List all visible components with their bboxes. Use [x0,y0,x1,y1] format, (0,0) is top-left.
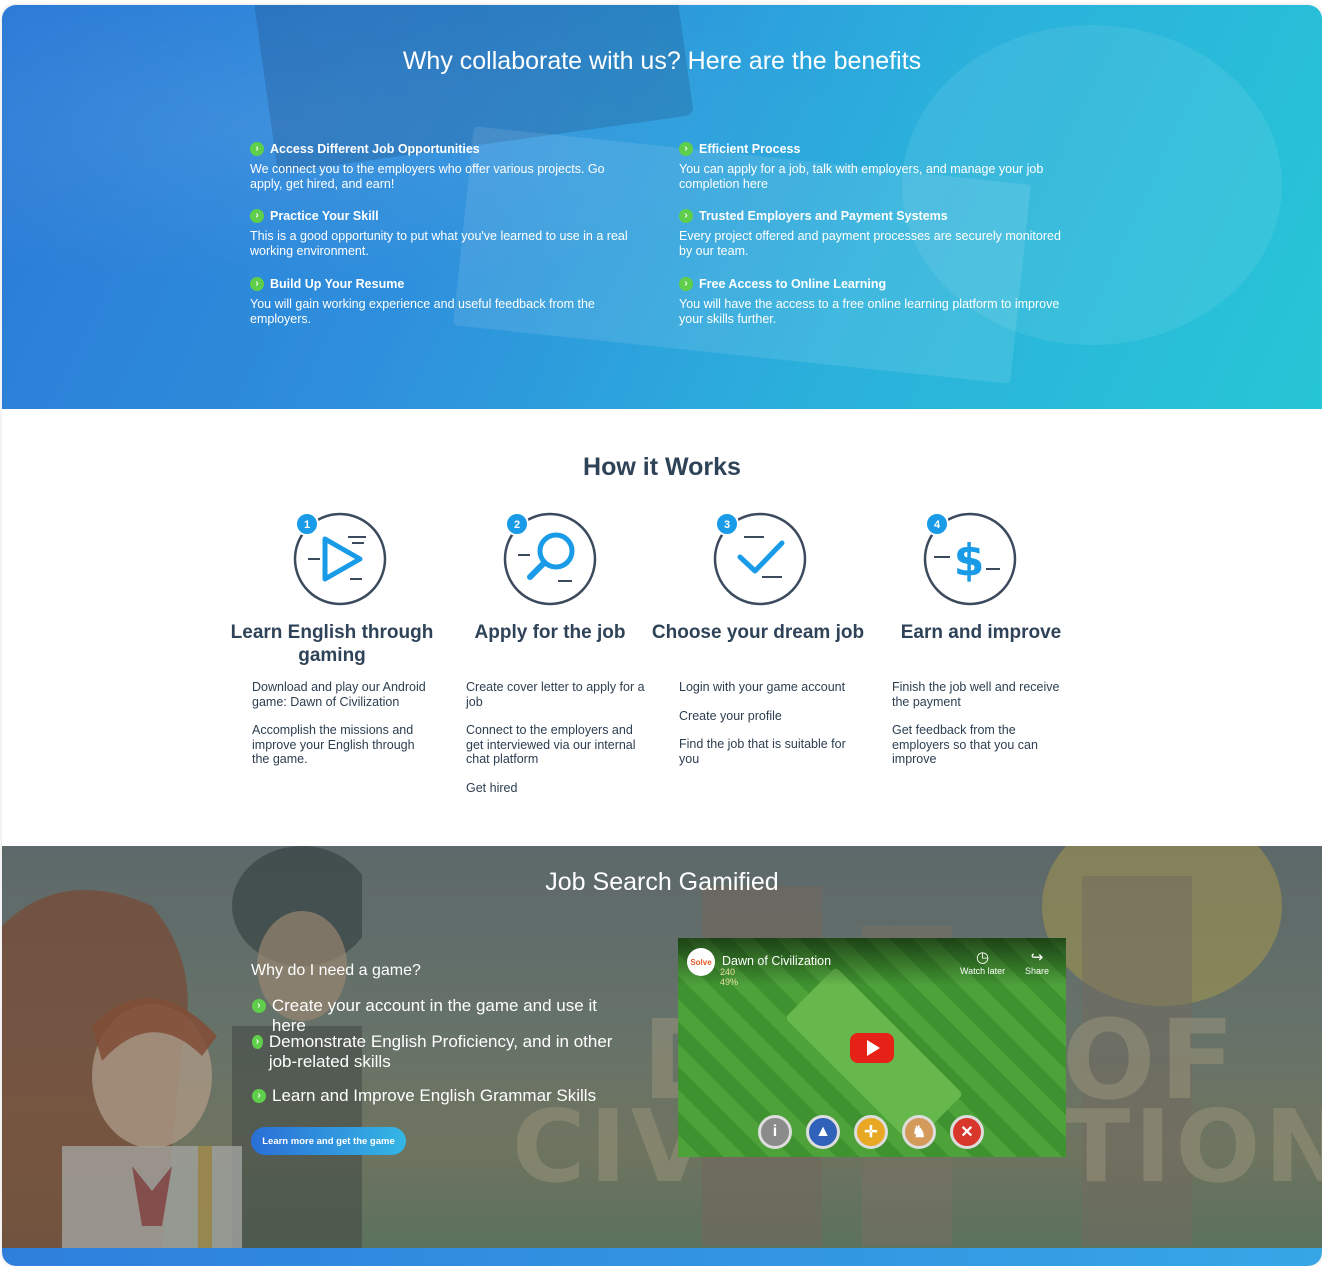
game-benefit-item: › Demonstrate English Proficiency, and i… [252,1032,632,1072]
play-button[interactable] [850,1033,894,1063]
step-card: 1 Learn English through gaming Download … [231,507,450,766]
video-player[interactable]: Solve Dawn of Civilization 240 49% ◷ Wat… [678,938,1066,1157]
benefit-title: Practice Your Skill [270,209,379,223]
benefits-title: Why collaborate with us? Here are the be… [402,47,922,75]
benefit-item: › Build Up Your Resume You will gain work… [250,277,640,327]
benefit-description: You will gain working experience and use… [250,297,595,326]
step-card: $ 4 Earn and improve Finish the job well… [880,507,1080,766]
how-it-works-section: How it Works 1 Learn English through gam… [2,409,1322,846]
info-icon: i [758,1115,792,1149]
job-search-gamified-section: D OF CIV TION Job Search Gamified Why do… [2,846,1322,1248]
step-paragraph: Find the job that is suitable for you [679,737,846,766]
step-paragraph: Download and play our Android game: Dawn… [252,680,426,709]
step-title: Choose your dream job [651,622,865,643]
share-label: Share [1025,966,1050,976]
step-description: Create cover letter to apply for a job C… [466,680,646,809]
close-icon: ✕ [950,1115,984,1149]
step-title: Earn and improve [900,622,1062,643]
how-it-works-title: How it Works [583,453,741,481]
game-benefit-text: Demonstrate English Proficiency, and in … [268,1032,613,1071]
video-title[interactable]: Dawn of Civilization [722,954,831,968]
benefits-section: Why collaborate with us? Here are the be… [2,5,1322,409]
svg-text:$: $ [954,535,985,586]
step-number: 3 [724,519,730,531]
game-question: Why do I need a game? [251,962,421,979]
game-benefit-text: Create your account in the game and use … [271,996,597,1035]
benefit-title: Efficient Process [699,142,801,156]
benefit-description: You can apply for a job, talk with emplo… [679,162,1044,191]
benefit-description: You will have the access to a free onlin… [679,297,1060,326]
benefit-title: Free Access to Online Learning [699,277,887,291]
play-icon [308,536,366,582]
step-paragraph: Create your profile [679,708,782,723]
step-icon-container: 3 [713,512,807,606]
benefit-item: › Practice Your Skill This is a good oppo… [250,209,640,259]
share-icon: ↪ [1030,949,1044,966]
step-card: 3 Choose your dream job Login with your … [652,507,870,766]
step-paragraph: Create cover letter to apply for a job [466,680,645,709]
checkmark-icon [737,536,785,578]
step-icon-container: $ 4 [923,512,1017,606]
step-number: 2 [514,519,520,531]
step-title: Apply for the job [474,622,626,643]
step-title: Learn English through gaming [230,622,434,666]
watch-later-label: Watch later [960,966,1006,976]
search-icon [518,532,575,582]
benefit-title: Trusted Employers and Payment Systems [699,209,948,223]
gamified-title: Job Search Gamified [545,868,779,896]
step-description: Finish the job well and receive the paym… [892,680,1072,781]
benefit-description: We connect you to the employers who offe… [250,162,605,191]
step-description: Download and play our Android game: Dawn… [252,680,432,781]
footer-strip [2,1248,1322,1266]
chevron-right-icon: › [679,209,693,223]
game-benefit-text: Learn and Improve English Grammar Skills [272,1086,597,1105]
step-paragraph: Get feedback from the employers so that … [892,723,1038,766]
dollar-icon: $ [934,535,1000,586]
benefit-item: › Trusted Employers and Payment Systems E… [679,209,1069,259]
benefit-item: › Access Different Job Opportunities We c… [250,142,640,192]
share-button[interactable]: ↪ Share [1025,948,1049,976]
background-overlay [2,846,1322,1248]
chevron-right-icon: › [679,142,693,156]
step-card: 2 Apply for the job Create cover letter … [460,507,660,795]
benefit-description: Every project offered and payment proces… [679,229,1061,258]
benefit-item: › Free Access to Online Learning You will… [679,277,1069,327]
chevron-right-icon: › [250,142,264,156]
learn-more-button[interactable]: Learn more and get the game [251,1127,406,1155]
chevron-right-icon: › [250,209,264,223]
game-stat: 49% [720,977,739,987]
clock-icon: ◷ [976,949,990,966]
video-game-stats: 240 49% [720,967,738,987]
chevron-right-icon: › [252,1035,263,1049]
benefit-description: This is a good opportunity to put what y… [250,229,628,258]
step-paragraph: Get hired [466,780,518,795]
step-paragraph: Connect to the employers and get intervi… [466,723,636,766]
watch-later-button[interactable]: ◷ Watch later [960,948,1005,976]
benefit-title: Build Up Your Resume [270,277,405,291]
benefit-item: › Efficient Process You can apply for a j… [679,142,1069,192]
step-description: Login with your game account Create your… [679,680,859,780]
step-paragraph: Accomplish the missions and improve your… [252,723,415,766]
step-icon-container: 1 [293,512,387,606]
horse-icon: ♞ [902,1115,936,1149]
step-paragraph: Finish the job well and receive the paym… [892,680,1060,709]
chevron-right-icon: › [252,999,266,1013]
tree-icon: ▲ [806,1115,840,1149]
benefit-title: Access Different Job Opportunities [270,142,480,156]
chevron-right-icon: › [250,277,264,291]
chevron-right-icon: › [252,1089,266,1103]
game-benefit-item: › Learn and Improve English Grammar Skil… [252,1086,632,1106]
step-paragraph: Login with your game account [679,680,846,694]
channel-logo[interactable]: Solve [687,948,715,976]
page-frame: Why collaborate with us? Here are the be… [2,5,1322,1266]
step-icon-container: 2 [503,512,597,606]
chevron-right-icon: › [679,277,693,291]
step-number: 4 [934,519,941,531]
game-stat: 240 [720,967,736,977]
game-benefit-item: › Create your account in the game and us… [252,996,632,1036]
step-number: 1 [304,519,310,531]
move-icon: ✛ [854,1115,888,1149]
